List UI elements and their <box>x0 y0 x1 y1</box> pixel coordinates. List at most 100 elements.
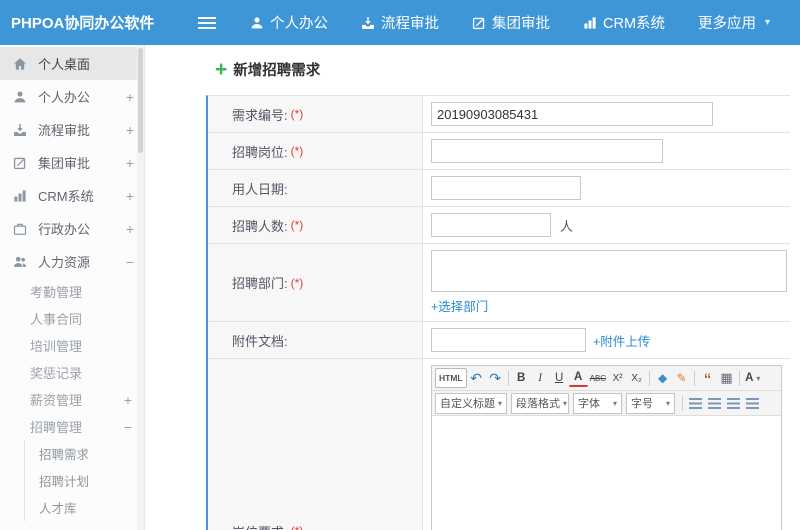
field-value: HTML ↶ ↷ B I U A ABC X² X₂ ◆ ✎ “ ▦ A ▾ 自… <box>423 359 790 530</box>
sidebar-subsubitem-recruit-plan[interactable]: 招聘计划 <box>25 467 144 494</box>
sidebar-item-human-resources[interactable]: 人力资源 − <box>0 245 144 278</box>
sidebar-item-personal-office[interactable]: 个人办公 + <box>0 80 144 113</box>
expand-indicator[interactable]: + <box>124 393 132 407</box>
field-label-position: 招聘岗位: (*) <box>208 133 423 169</box>
form-row: 招聘岗位: (*) <box>208 133 790 170</box>
strikethrough-button[interactable]: ABC <box>588 368 608 388</box>
headcount-input[interactable] <box>431 213 551 237</box>
redo-button[interactable]: ↷ <box>486 368 505 388</box>
sidebar-item-label: 个人办公 <box>38 90 91 105</box>
body-row: 个人桌面 个人办公 + 流程审批 + 集团审批 + CRM系统 + 行政办公 +… <box>0 45 800 530</box>
superscript-button[interactable]: X² <box>608 368 627 388</box>
nav-workflow-approval[interactable]: 流程审批 <box>361 12 439 33</box>
expand-indicator[interactable]: + <box>126 222 134 236</box>
req-no-input[interactable] <box>431 102 713 126</box>
field-label-count: 招聘人数: (*) <box>208 207 423 243</box>
select-value: 字号 <box>631 398 653 410</box>
sidebar-scrollbar[interactable] <box>137 45 144 530</box>
collapse-indicator[interactable]: − <box>124 420 132 434</box>
field-value <box>423 133 790 169</box>
chevron-down-icon: ▾ <box>665 398 670 408</box>
sidebar-item-label: CRM系统 <box>38 189 94 204</box>
sidebar-item-label: 行政办公 <box>38 222 91 237</box>
font-size-select[interactable]: 字号 ▾ <box>626 392 675 414</box>
editor-content-area[interactable] <box>432 416 781 530</box>
hamburger-menu-icon[interactable] <box>198 16 216 29</box>
paragraph-format-select[interactable]: 段落格式 ▾ <box>511 392 569 414</box>
toolbar-separator <box>649 370 651 386</box>
form-row: 招聘人数: (*) 人 <box>208 207 790 244</box>
nav-label: 流程审批 <box>381 16 439 32</box>
chevron-down-icon: ▾ <box>756 373 761 383</box>
recruitment-demand-form: 需求编号: (*) 招聘岗位: (*) <box>206 95 795 530</box>
edit-square-icon <box>472 16 486 30</box>
table-button[interactable]: ▦ <box>717 368 736 388</box>
select-department-link[interactable]: +选择部门 <box>431 296 488 315</box>
chevron-down-icon: ▾ <box>498 398 503 408</box>
select-value: 自定义标题 <box>440 398 495 410</box>
font-color-picker-glyph: A <box>745 372 754 384</box>
blockquote-button[interactable]: “ <box>698 368 717 390</box>
add-icon: + <box>215 57 228 81</box>
sidebar-item-group-approval[interactable]: 集团审批 + <box>0 146 144 179</box>
underline-button[interactable]: U <box>550 368 569 388</box>
date-input[interactable] <box>431 176 581 200</box>
sidebar-item-label: 奖惩记录 <box>30 366 83 381</box>
html-source-button[interactable]: HTML <box>435 368 467 388</box>
sidebar-scrollbar-thumb[interactable] <box>138 48 143 153</box>
eraser-button[interactable]: ◆ <box>653 368 672 388</box>
font-family-select[interactable]: 字体 ▾ <box>573 392 622 414</box>
align-justify-button[interactable] <box>743 393 762 413</box>
nav-personal-office[interactable]: 个人办公 <box>250 12 328 33</box>
align-left-button[interactable] <box>686 393 705 413</box>
sidebar-subsubitem-recruit-demand[interactable]: 招聘需求 <box>25 440 144 467</box>
sidebar-subitem-hr-contract[interactable]: 人事合同 <box>0 305 144 332</box>
sidebar-subitem-training[interactable]: 培训管理 <box>0 332 144 359</box>
italic-button[interactable]: I <box>531 368 550 388</box>
sidebar-subitem-attendance[interactable]: 考勤管理 <box>0 278 144 305</box>
toolbar-separator <box>507 370 509 386</box>
page-title: 新增招聘需求 <box>233 63 321 79</box>
nav-group-approval[interactable]: 集团审批 <box>472 12 550 33</box>
field-label-date: 用人日期: <box>208 170 423 206</box>
attachment-input[interactable] <box>431 328 586 352</box>
expand-indicator[interactable]: + <box>126 189 134 203</box>
sidebar-subsubitem-talent-pool[interactable]: 人才库 <box>25 494 144 521</box>
expand-indicator[interactable]: + <box>126 90 134 104</box>
align-center-button[interactable] <box>705 393 724 413</box>
home-icon <box>13 57 29 71</box>
nav-more-apps[interactable]: 更多应用 ▾ <box>698 12 770 33</box>
sidebar-subitem-salary[interactable]: 薪资管理 + <box>0 386 144 413</box>
heading-style-select[interactable]: 自定义标题 ▾ <box>435 392 507 414</box>
nav-label: CRM系统 <box>603 16 666 32</box>
format-brush-button[interactable]: ✎ <box>672 368 691 388</box>
undo-button[interactable]: ↶ <box>467 368 486 388</box>
sidebar-item-workflow-approval[interactable]: 流程审批 + <box>0 113 144 146</box>
briefcase-icon <box>13 222 29 236</box>
nav-crm-system[interactable]: CRM系统 <box>583 12 665 33</box>
chevron-down-icon: ▾ <box>563 398 568 408</box>
sidebar-subitem-recruit-mgmt[interactable]: 招聘管理 − <box>0 413 144 440</box>
collapse-indicator[interactable]: − <box>126 255 134 269</box>
expand-indicator[interactable]: + <box>126 123 134 137</box>
upload-attachment-link[interactable]: +附件上传 <box>593 331 650 350</box>
sidebar-item-crm-system[interactable]: CRM系统 + <box>0 179 144 212</box>
bold-button[interactable]: B <box>512 368 531 388</box>
font-color-button[interactable]: A <box>568 370 588 387</box>
expand-indicator[interactable]: + <box>126 156 134 170</box>
sidebar-item-label: 招聘计划 <box>39 475 90 489</box>
sidebar-item-label: 考勤管理 <box>30 285 83 300</box>
department-textarea[interactable] <box>431 250 787 292</box>
align-right-button[interactable] <box>724 393 743 413</box>
sidebar-item-label: 人才库 <box>39 502 77 516</box>
sidebar-subitem-rewards[interactable]: 奖惩记录 <box>0 359 144 386</box>
field-value: +选择部门 <box>423 244 795 321</box>
bar-chart-icon <box>583 16 597 30</box>
unit-suffix: 人 <box>560 218 574 234</box>
font-color-picker-button[interactable]: A ▾ <box>743 368 762 388</box>
position-input[interactable] <box>431 139 663 163</box>
sidebar-item-admin-office[interactable]: 行政办公 + <box>0 212 144 245</box>
sidebar-item-personal-desktop[interactable]: 个人桌面 <box>0 47 144 80</box>
person-icon <box>250 16 264 30</box>
subscript-button[interactable]: X₂ <box>627 368 646 388</box>
